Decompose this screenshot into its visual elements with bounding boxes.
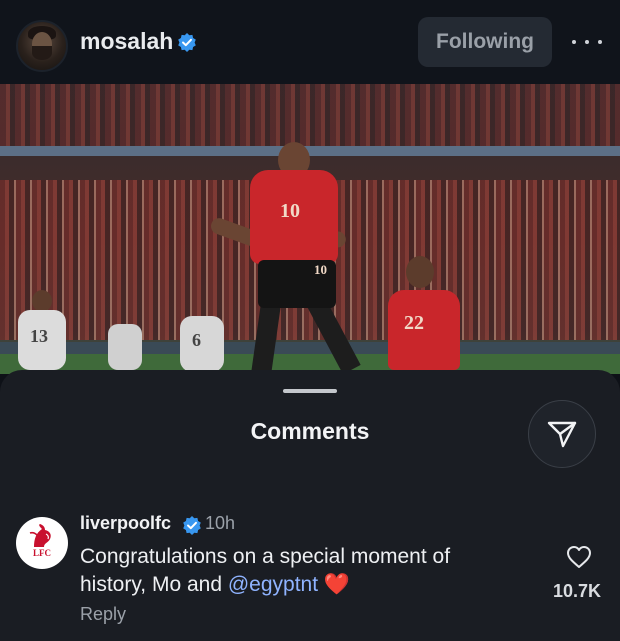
post-header: mosalah Following xyxy=(0,0,620,84)
drag-handle[interactable] xyxy=(283,389,337,393)
heart-icon[interactable] xyxy=(566,545,592,569)
player-figure: 13 xyxy=(18,310,66,370)
heart-emoji: ❤️ xyxy=(323,573,351,596)
share-button[interactable] xyxy=(528,400,596,468)
reply-button[interactable]: Reply xyxy=(80,604,126,625)
verified-badge-icon xyxy=(178,33,196,52)
profile-avatar[interactable] xyxy=(16,20,68,72)
liverbird-icon xyxy=(29,524,51,547)
comment-timestamp: 10h xyxy=(205,513,236,533)
jersey-number: 13 xyxy=(30,326,48,346)
jersey-number: 22 xyxy=(404,312,424,334)
player-figure: 10 xyxy=(250,170,338,264)
more-horizontal-icon[interactable] xyxy=(572,32,602,52)
like-count: 10.7K xyxy=(553,581,602,601)
lfc-wordmark: LFC xyxy=(33,548,51,558)
post-photo[interactable]: 13 6 22 10 10 xyxy=(0,84,620,374)
comments-sheet: Comments xyxy=(0,370,620,641)
verified-badge-icon xyxy=(183,516,201,535)
jersey-number: 10 xyxy=(280,200,300,222)
jersey-number: 6 xyxy=(192,330,201,350)
liverpool-avatar[interactable]: LFC xyxy=(16,517,68,569)
player-figure: 6 xyxy=(180,316,224,372)
send-icon xyxy=(547,421,577,448)
mention-link[interactable]: @egyptnt xyxy=(228,573,318,596)
comment-text: Congratulations on a special moment of h… xyxy=(80,543,520,599)
comment-username[interactable]: liverpoolfc xyxy=(80,513,171,534)
following-button[interactable]: Following xyxy=(418,17,552,67)
username[interactable]: mosalah xyxy=(80,28,173,55)
player-figure xyxy=(108,324,142,370)
player-figure: 22 xyxy=(388,290,460,370)
comments-title: Comments xyxy=(250,418,370,444)
jersey-number: 10 xyxy=(314,262,327,277)
